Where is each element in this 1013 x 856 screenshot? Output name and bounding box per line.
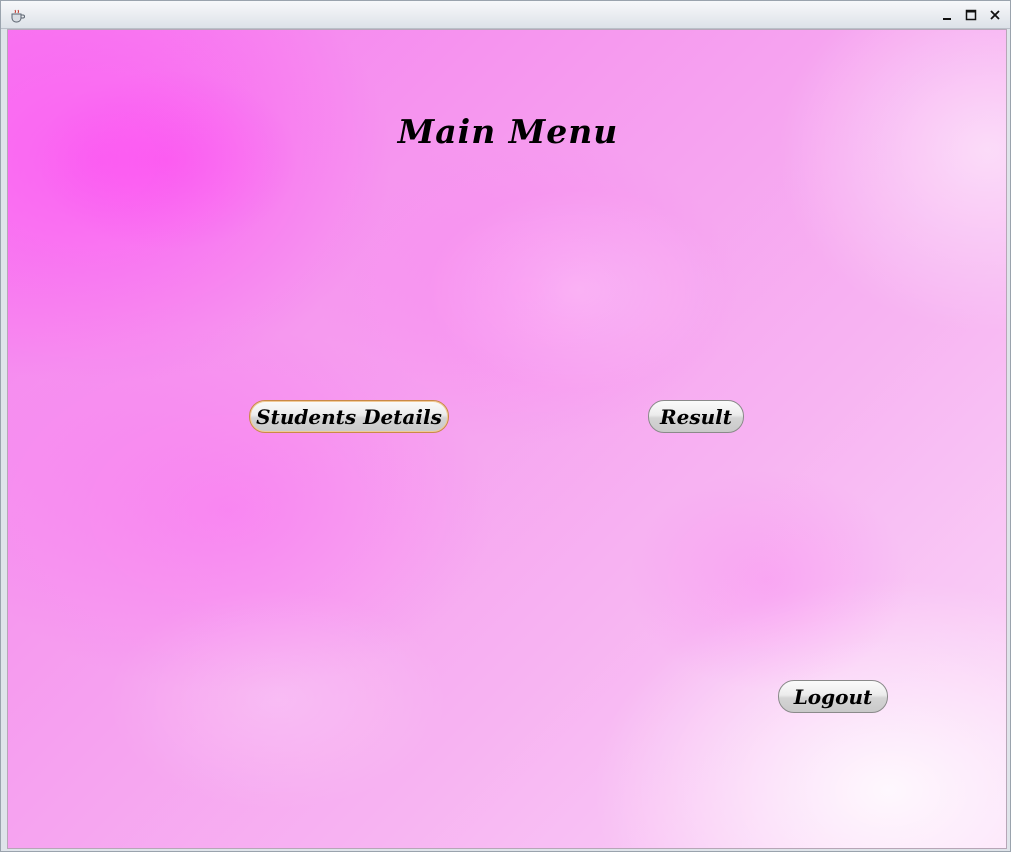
background-texture [108,590,448,810]
java-cup-icon[interactable] [10,8,26,23]
background-texture [38,70,298,250]
maximize-button[interactable] [962,6,980,24]
window-bottom-edge [0,852,1013,856]
logout-button[interactable]: Logout [778,680,888,713]
main-menu-panel: Main Menu Students Details Result Logout [7,29,1007,849]
close-button[interactable] [986,6,1004,24]
minimize-icon [943,18,951,20]
background-texture [628,470,908,690]
result-button[interactable]: Result [648,400,744,433]
students-details-button[interactable]: Students Details [249,400,449,433]
window-controls [938,6,1004,24]
close-icon [990,10,1000,20]
title-bar[interactable] [1,1,1010,29]
background-texture [428,190,728,390]
page-title: Main Menu [397,112,619,151]
app-window: Main Menu Students Details Result Logout [0,0,1011,852]
minimize-button[interactable] [938,6,956,24]
maximize-icon [965,9,977,21]
